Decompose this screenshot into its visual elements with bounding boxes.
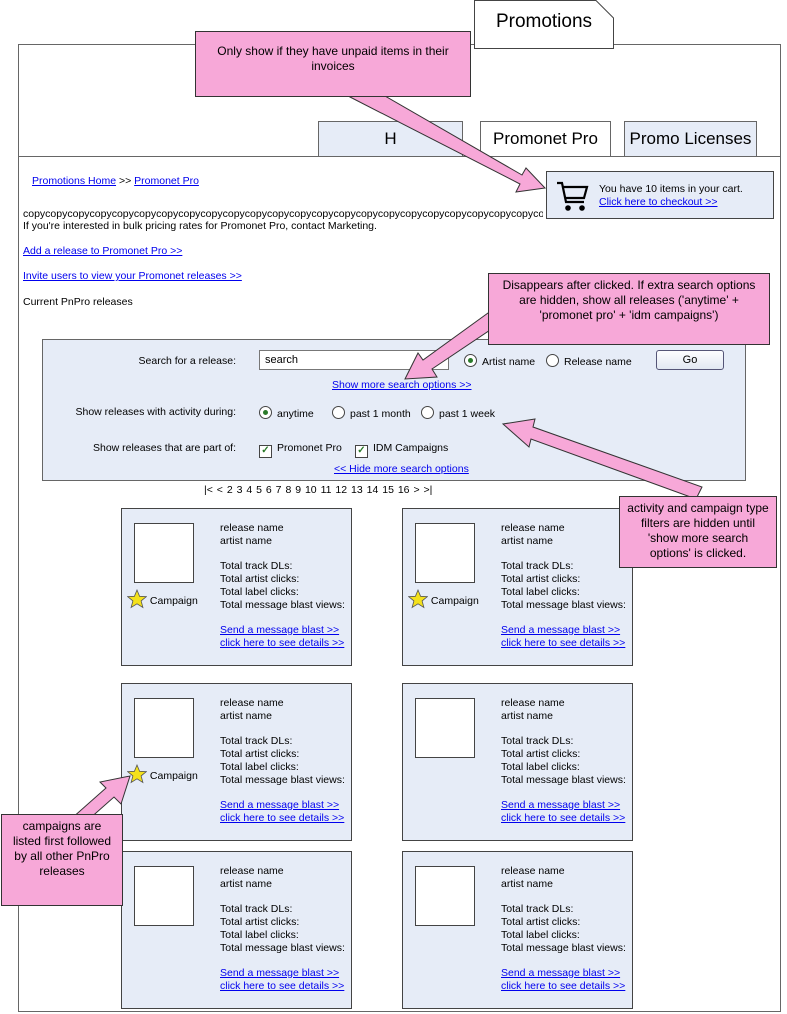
note-disappears: Disappears after clicked. If extra searc… <box>488 273 770 345</box>
arrow-to-filters <box>501 418 703 500</box>
arrow-to-show-more <box>404 312 500 380</box>
note-filters-hidden: activity and campaign type filters are h… <box>619 496 777 568</box>
note-unpaid-items: Only show if they have unpaid items in t… <box>195 31 471 97</box>
arrow-to-cart <box>349 84 547 193</box>
note-campaigns-first: campaigns are listed first followed by a… <box>1 814 123 906</box>
